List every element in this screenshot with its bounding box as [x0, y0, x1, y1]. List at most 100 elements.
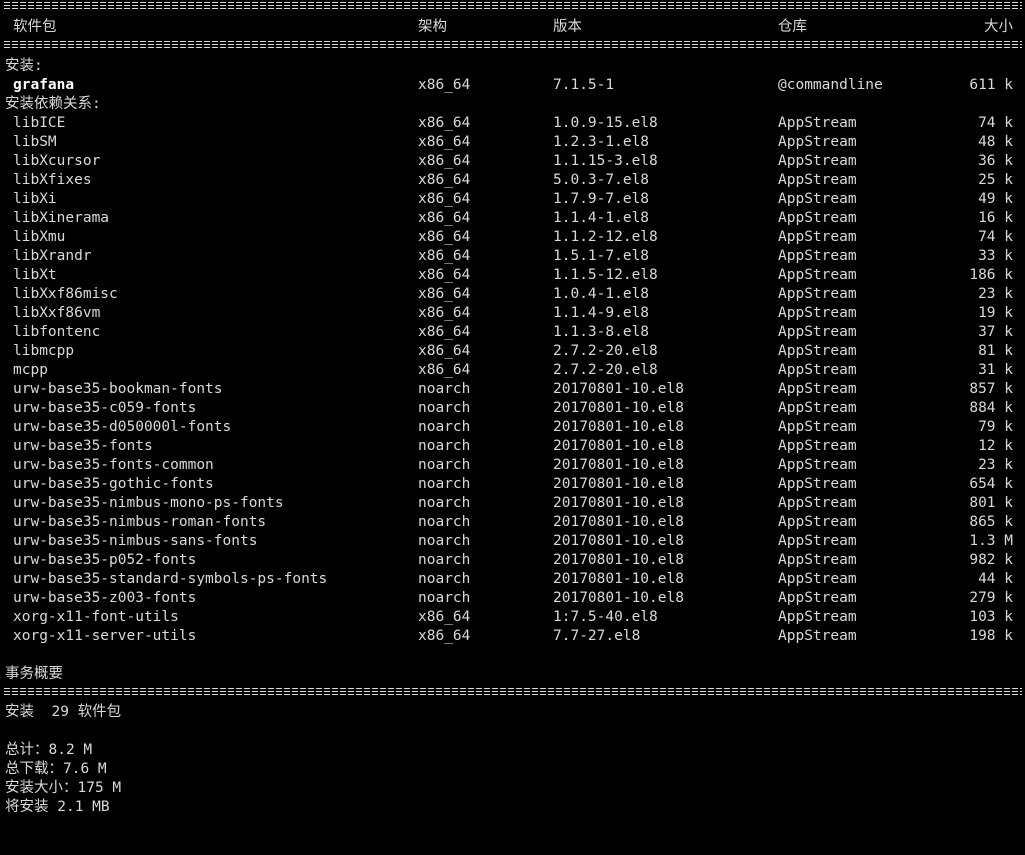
table-row: libXcursor x86_64 1.1.15-3.el8 AppStream 36 …	[0, 152, 1025, 171]
summary-total: 总计：8.2 M	[0, 741, 1025, 760]
package-name: libXt	[13, 267, 57, 283]
table-row: mcpp x86_64 2.7.2-20.el8 AppStream 31 k	[0, 361, 1025, 380]
package-size: 23 k	[978, 457, 1013, 473]
package-arch: noarch	[418, 533, 471, 549]
package-version: 1.1.2-12.el8	[553, 229, 658, 245]
deps-label: 安装依赖关系:	[5, 96, 101, 112]
package-size: 16 k	[978, 210, 1013, 226]
package-repo: AppStream	[778, 457, 857, 473]
package-name: urw-base35-nimbus-roman-fonts	[13, 514, 267, 530]
package-name: libXfixes	[13, 172, 92, 188]
package-version: 1.5.1-7.el8	[553, 248, 650, 264]
table-row: urw-base35-fonts noarch 20170801-10.el8 App…	[0, 437, 1025, 456]
table-row: xorg-x11-server-utils x86_64 7.7-27.el8 App…	[0, 627, 1025, 646]
package-version: 5.0.3-7.el8	[553, 172, 650, 188]
summary-title-text: 事务概要	[5, 666, 63, 682]
package-arch: x86_64	[418, 172, 471, 188]
table-row: urw-base35-z003-fonts noarch 20170801-10.e…	[0, 589, 1025, 608]
package-version: 20170801-10.el8	[553, 590, 684, 606]
package-repo: AppStream	[778, 476, 857, 492]
package-name: libXxf86vm	[13, 305, 101, 321]
header-package: 软件包	[13, 19, 57, 35]
package-version: 2.7.2-20.el8	[553, 362, 658, 378]
package-name: urw-base35-c059-fonts	[13, 400, 197, 416]
package-name: xorg-x11-font-utils	[13, 609, 179, 625]
table-row: libICE x86_64 1.0.9-15.el8 AppStream 74 k	[0, 114, 1025, 133]
package-arch: x86_64	[418, 362, 471, 378]
summary-install-line: 安装 29 软件包	[0, 703, 1025, 722]
package-version: 20170801-10.el8	[553, 514, 684, 530]
table-row: xorg-x11-font-utils x86_64 1:7.5-40.el8 App…	[0, 608, 1025, 627]
package-size: 25 k	[978, 172, 1013, 188]
package-version: 20170801-10.el8	[553, 381, 684, 397]
package-arch: x86_64	[418, 77, 471, 93]
package-arch: x86_64	[418, 628, 471, 644]
package-name: libICE	[13, 115, 66, 131]
table-row: urw-base35-bookman-fonts noarch 20170801-1…	[0, 380, 1025, 399]
package-name: libXxf86misc	[13, 286, 118, 302]
table-row-install: grafana x86_64 7.1.5-1 @commandline 611 …	[0, 76, 1025, 95]
package-arch: x86_64	[418, 609, 471, 625]
package-name: urw-base35-nimbus-mono-ps-fonts	[13, 495, 284, 511]
package-size: 654 k	[969, 476, 1013, 492]
package-size: 81 k	[978, 343, 1013, 359]
package-arch: noarch	[418, 495, 471, 511]
package-arch: x86_64	[418, 267, 471, 283]
package-arch: noarch	[418, 514, 471, 530]
package-version: 2.7.2-20.el8	[553, 343, 658, 359]
package-name: libXrandr	[13, 248, 92, 264]
terminal-window[interactable]: 软件包 架构 版本 仓库 大小 安装: grafana x86_64 7.1.5…	[0, 0, 1025, 815]
table-row: libXxf86vm x86_64 1.1.4-9.el8 AppStream 19 k	[0, 304, 1025, 323]
package-version: 1.1.5-12.el8	[553, 267, 658, 283]
package-name: libXcursor	[13, 153, 101, 169]
package-arch: x86_64	[418, 115, 471, 131]
package-arch: x86_64	[418, 343, 471, 359]
table-row: libXinerama x86_64 1.1.4-1.el8 AppStream 16 …	[0, 209, 1025, 228]
package-size: 186 k	[969, 267, 1013, 283]
package-name: libmcpp	[13, 343, 75, 359]
package-name: urw-base35-gothic-fonts	[13, 476, 214, 492]
package-name: urw-base35-bookman-fonts	[13, 381, 223, 397]
separator-header	[4, 41, 1022, 48]
package-repo: AppStream	[778, 115, 857, 131]
package-name: grafana	[13, 77, 75, 93]
package-size: 611 k	[969, 77, 1013, 93]
table-row: libSM x86_64 1.2.3-1.el8 AppStream 48 k	[0, 133, 1025, 152]
package-arch: noarch	[418, 400, 471, 416]
table-row: urw-base35-p052-fonts noarch 20170801-10.e…	[0, 551, 1025, 570]
package-version: 20170801-10.el8	[553, 495, 684, 511]
package-size: 37 k	[978, 324, 1013, 340]
package-repo: AppStream	[778, 419, 857, 435]
package-name: libfontenc	[13, 324, 101, 340]
summary-partial-line: 将安装 2.1 MB	[0, 798, 1025, 817]
package-name: urw-base35-fonts-common	[13, 457, 214, 473]
package-arch: x86_64	[418, 153, 471, 169]
package-repo: AppStream	[778, 438, 857, 454]
summary-partial-text: 将安装 2.1 MB	[5, 799, 110, 815]
table-row: libmcpp x86_64 2.7.2-20.el8 AppStream 81 k	[0, 342, 1025, 361]
package-name: libSM	[13, 134, 57, 150]
package-size: 198 k	[969, 628, 1013, 644]
package-size: 857 k	[969, 381, 1013, 397]
package-arch: x86_64	[418, 305, 471, 321]
package-repo: AppStream	[778, 590, 857, 606]
package-repo: AppStream	[778, 248, 857, 264]
package-size: 19 k	[978, 305, 1013, 321]
summary-installed-size-text: 安装大小：175 M	[5, 780, 122, 796]
table-row: urw-base35-c059-fonts noarch 20170801-10.e…	[0, 399, 1025, 418]
package-version: 20170801-10.el8	[553, 419, 684, 435]
table-row: libXfixes x86_64 5.0.3-7.el8 AppStream 25 k	[0, 171, 1025, 190]
package-arch: noarch	[418, 571, 471, 587]
package-name: urw-base35-z003-fonts	[13, 590, 197, 606]
package-arch: noarch	[418, 457, 471, 473]
table-row: libXi x86_64 1.7.9-7.el8 AppStream 49 k	[0, 190, 1025, 209]
package-repo: AppStream	[778, 495, 857, 511]
package-arch: x86_64	[418, 191, 471, 207]
package-repo: AppStream	[778, 628, 857, 644]
package-size: 36 k	[978, 153, 1013, 169]
separator-top	[4, 2, 1022, 9]
package-size: 12 k	[978, 438, 1013, 454]
package-name: mcpp	[13, 362, 48, 378]
table-row: urw-base35-d050000l-fonts noarch 20170801-…	[0, 418, 1025, 437]
package-arch: noarch	[418, 590, 471, 606]
